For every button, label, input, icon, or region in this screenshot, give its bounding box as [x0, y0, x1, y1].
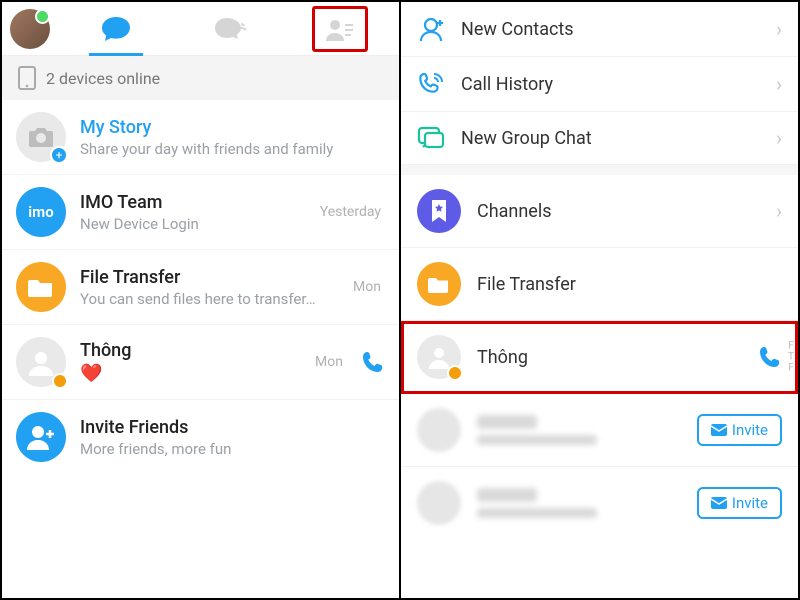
blurred-text	[477, 488, 681, 518]
section-divider	[401, 165, 798, 175]
thong-avatar	[16, 337, 66, 387]
explore-icon	[214, 15, 248, 43]
call-history-row[interactable]: Call History ›	[401, 57, 798, 112]
call-history-icon	[417, 71, 445, 97]
chevron-right-icon: ›	[776, 72, 782, 96]
imo-badge-text: imo	[28, 203, 53, 221]
invite-avatar	[16, 412, 66, 462]
invite-button[interactable]: Invite	[697, 414, 782, 446]
invite-text: Invite Friends More friends, more fun	[80, 417, 385, 458]
blurred-avatar	[417, 408, 461, 452]
channels-label: Channels	[477, 201, 760, 222]
clock-badge	[447, 365, 463, 381]
call-history-label: Call History	[461, 74, 760, 95]
call-icon[interactable]	[361, 350, 385, 374]
right-thong-row[interactable]: Thông F T F	[401, 321, 798, 394]
chevron-right-icon: ›	[776, 199, 782, 223]
imo-team-sub: New Device Login	[80, 215, 306, 233]
imo-team-avatar: imo	[16, 187, 66, 237]
invite-button[interactable]: Invite	[697, 487, 782, 519]
my-story-sub: Share your day with friends and family	[80, 140, 385, 158]
file-transfer-title: File Transfer	[80, 267, 339, 288]
blurred-contact-row-1[interactable]: Invite	[401, 394, 798, 467]
devices-online-text: 2 devices online	[46, 69, 160, 88]
blurred-text	[477, 415, 681, 445]
tab-chats[interactable]	[81, 4, 151, 54]
imo-team-row[interactable]: imo IMO Team New Device Login Yesterday	[2, 175, 399, 250]
device-icon	[18, 66, 36, 90]
my-story-title: My Story	[80, 117, 385, 138]
tab-contacts[interactable]	[312, 6, 368, 52]
add-contact-icon	[417, 16, 445, 42]
right-thong-avatar	[417, 335, 461, 379]
channels-row[interactable]: Channels ›	[401, 175, 798, 248]
thong-row[interactable]: Thông ❤️ Mon	[2, 325, 399, 400]
chevron-right-icon: ›	[776, 17, 782, 41]
file-transfer-text: File Transfer You can send files here to…	[80, 267, 339, 308]
blurred-contact-row-2[interactable]: Invite	[401, 467, 798, 539]
camera-icon-circle: +	[16, 112, 66, 162]
plus-badge: +	[50, 146, 68, 164]
devices-online-bar[interactable]: 2 devices online	[2, 56, 399, 100]
app-frame: 2 devices online + My Story Share your d…	[0, 0, 800, 600]
invite-button-label: Invite	[732, 494, 768, 512]
mail-icon	[711, 497, 727, 509]
invite-title: Invite Friends	[80, 417, 385, 438]
camera-icon	[28, 126, 54, 148]
imo-team-time: Yesterday	[320, 204, 381, 220]
my-story-row[interactable]: + My Story Share your day with friends a…	[2, 100, 399, 175]
file-transfer-sub: You can send files here to transfer…	[80, 290, 339, 308]
channels-avatar	[417, 189, 461, 233]
my-story-text: My Story Share your day with friends and…	[80, 117, 385, 158]
clock-badge	[52, 373, 68, 389]
thong-time: Mon	[315, 354, 343, 370]
mail-icon	[711, 424, 727, 436]
top-tabs	[58, 4, 391, 54]
right-file-transfer-label: File Transfer	[477, 274, 782, 295]
folder-icon	[428, 275, 450, 293]
right-thong-label: Thông	[477, 347, 742, 368]
new-contacts-label: New Contacts	[461, 19, 760, 40]
contacts-icon	[326, 17, 354, 41]
thong-heart: ❤️	[80, 363, 301, 384]
chevron-right-icon: ›	[776, 126, 782, 150]
thong-text: Thông ❤️	[80, 340, 301, 384]
add-person-icon	[26, 424, 56, 450]
file-transfer-row[interactable]: File Transfer You can send files here to…	[2, 250, 399, 325]
new-group-chat-row[interactable]: New Group Chat ›	[401, 112, 798, 165]
bookmark-star-icon	[430, 200, 448, 222]
imo-team-text: IMO Team New Device Login	[80, 192, 306, 233]
tab-explore[interactable]	[196, 4, 266, 54]
new-group-chat-label: New Group Chat	[461, 128, 760, 149]
invite-button-label: Invite	[732, 421, 768, 439]
invite-friends-row[interactable]: Invite Friends More friends, more fun	[2, 400, 399, 474]
call-icon[interactable]	[758, 345, 782, 369]
thong-title: Thông	[80, 340, 301, 361]
right-file-transfer-row[interactable]: File Transfer	[401, 248, 798, 321]
right-file-transfer-avatar	[417, 262, 461, 306]
profile-avatar[interactable]	[10, 9, 50, 49]
file-transfer-time: Mon	[353, 279, 381, 295]
folder-icon	[28, 276, 54, 298]
person-icon	[427, 345, 451, 369]
left-header	[2, 2, 399, 56]
new-contacts-row[interactable]: New Contacts ›	[401, 2, 798, 57]
file-transfer-avatar	[16, 262, 66, 312]
blurred-avatar	[417, 481, 461, 525]
chats-pane: 2 devices online + My Story Share your d…	[2, 2, 401, 598]
invite-sub: More friends, more fun	[80, 440, 385, 458]
imo-team-title: IMO Team	[80, 192, 306, 213]
person-icon	[27, 348, 55, 376]
group-chat-icon	[417, 126, 445, 150]
chat-bubble-icon	[101, 15, 131, 43]
alpha-scroll-hint[interactable]: F T F	[788, 341, 794, 374]
contacts-pane: New Contacts › Call History › New Group …	[401, 2, 798, 598]
